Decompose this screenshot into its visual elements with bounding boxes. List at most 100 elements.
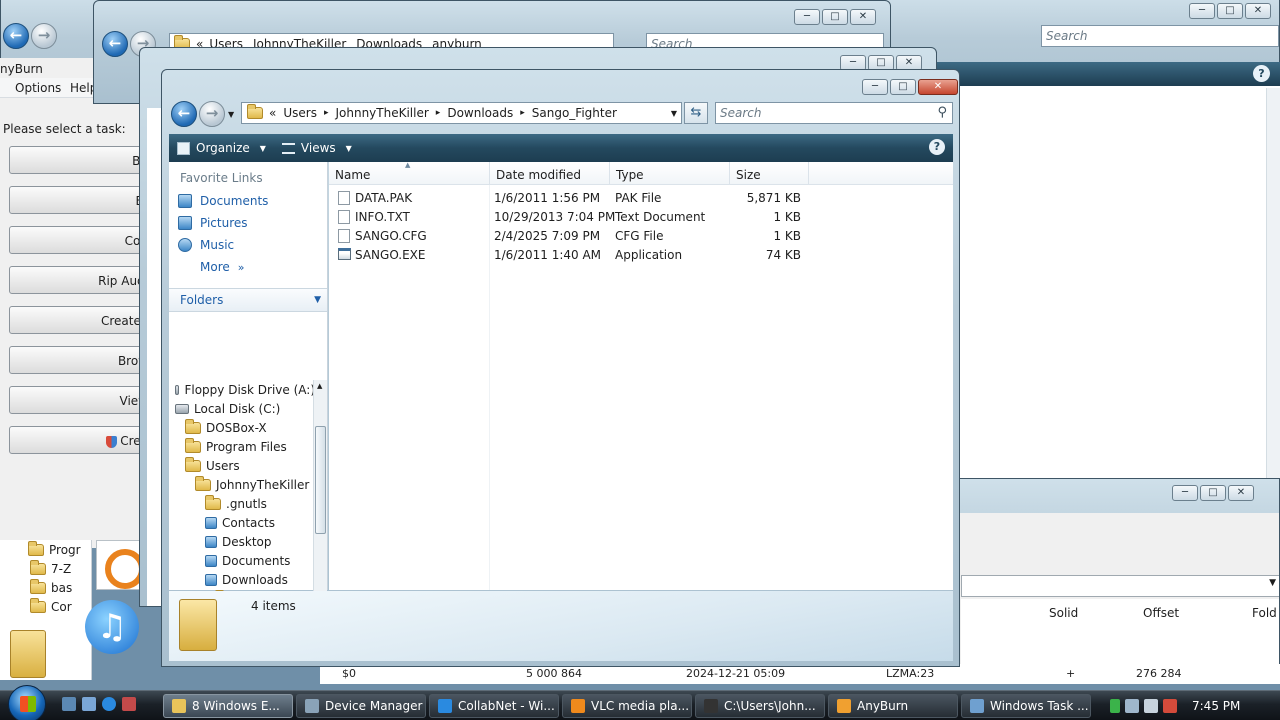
close-button[interactable]: ✕ — [850, 9, 876, 25]
tree-item[interactable]: JohnnyTheKiller — [169, 475, 315, 494]
clock[interactable]: 7:45 PM — [1192, 699, 1240, 713]
minimize-button[interactable]: ─ — [862, 79, 888, 95]
tree-item[interactable]: Floppy Disk Drive (A:) — [169, 380, 315, 399]
anyburn-task-button[interactable]: Rip Audi — [9, 266, 149, 294]
tree-item[interactable]: Documents — [169, 551, 315, 570]
anyburn-task-button[interactable]: Create i — [9, 306, 149, 334]
tree-item[interactable]: Cor — [0, 597, 91, 616]
favorite-link-music[interactable]: Music — [169, 234, 327, 256]
maximize-button[interactable]: □ — [1217, 3, 1243, 19]
tree-item[interactable]: Program Files — [169, 437, 315, 456]
tree-item[interactable]: Local Disk (C:) — [169, 399, 315, 418]
close-button[interactable]: ✕ — [918, 79, 958, 95]
more-links[interactable]: More» — [169, 256, 327, 278]
column-size[interactable]: Size — [730, 162, 809, 185]
anyburn-task-button[interactable]: Cop — [9, 226, 149, 254]
taskbar-button[interactable]: VLC media pla... — [562, 694, 692, 718]
maximize-button[interactable]: □ — [822, 9, 848, 25]
rear-search-input[interactable]: Search — [1041, 25, 1279, 47]
folders-header[interactable]: Folders ▼ — [169, 288, 327, 312]
close-button[interactable]: ✕ — [1245, 3, 1271, 19]
address-dropdown-icon[interactable]: ▼ — [671, 109, 677, 118]
minimize-button[interactable]: ─ — [794, 9, 820, 25]
breadcrumb-separator-icon[interactable]: ▸ — [520, 108, 525, 118]
organize-button[interactable]: Organize ▼ — [169, 134, 274, 162]
file-row[interactable]: DATA.PAK 1/6/2011 1:56 PM PAK File 5,871 KB — [329, 188, 809, 207]
taskbar-button[interactable]: Windows Task ... — [961, 694, 1091, 718]
tree-item[interactable]: bas — [0, 578, 91, 597]
tray-app-icon[interactable] — [1110, 699, 1120, 713]
tree-item[interactable]: 7-Z — [0, 559, 91, 578]
column-solid[interactable]: Solid — [1049, 606, 1078, 620]
scroll-up-icon[interactable]: ▲ — [317, 382, 322, 390]
breadcrumb-overflow-icon[interactable]: « — [269, 106, 276, 120]
tree-item[interactable]: .gnutls — [169, 494, 315, 513]
tree-item[interactable]: DOSBox-X — [169, 418, 315, 437]
tree-item[interactable]: Downloads — [169, 570, 315, 589]
forward-button[interactable]: → — [199, 101, 225, 127]
folder-icon — [30, 559, 46, 575]
start-button[interactable] — [8, 685, 46, 720]
breadcrumb-current[interactable]: Sango_Fighter — [532, 106, 617, 120]
breadcrumb-downloads[interactable]: Downloads — [447, 106, 513, 120]
maximize-button[interactable]: □ — [890, 79, 916, 95]
sevenzip-row[interactable]: $0 5 000 864 2024-12-21 05:09 LZMA:23 + … — [320, 664, 1280, 684]
help-icon[interactable]: ? — [1253, 65, 1270, 82]
explorer-icon — [172, 699, 186, 713]
tree-item[interactable]: Desktop — [169, 532, 315, 551]
volume-icon[interactable] — [1144, 699, 1158, 713]
file-row[interactable]: SANGO.CFG 2/4/2025 7:09 PM CFG File 1 KB — [329, 226, 809, 245]
close-button[interactable]: ✕ — [1228, 485, 1254, 501]
anyburn-task-button[interactable]: Brow — [9, 346, 149, 374]
menu-options[interactable]: Options — [15, 81, 61, 95]
rear-scrollbar[interactable] — [1266, 88, 1280, 482]
maximize-button[interactable]: □ — [1200, 485, 1226, 501]
help-icon[interactable]: ? — [929, 139, 945, 155]
network-icon[interactable] — [1125, 699, 1139, 713]
taskbar-button[interactable]: Device Manager — [296, 694, 426, 718]
taskbar-button[interactable]: AnyBurn — [828, 694, 958, 718]
favorite-link-documents[interactable]: Documents — [169, 190, 327, 212]
anyburn-task-button[interactable]: Crea — [9, 426, 149, 454]
breadcrumb-user[interactable]: JohnnyTheKiller — [335, 106, 428, 120]
column-folders[interactable]: Fold — [1252, 606, 1277, 620]
back-button[interactable]: ← — [171, 101, 197, 127]
back-button[interactable]: ← — [102, 31, 128, 57]
tree-item[interactable]: Contacts — [169, 513, 315, 532]
back-button[interactable]: ← — [3, 23, 29, 49]
search-input[interactable]: Search ⚲ — [715, 102, 953, 124]
scroll-thumb[interactable] — [315, 426, 326, 534]
breadcrumb-separator-icon[interactable]: ▸ — [324, 108, 329, 118]
address-bar[interactable]: « Users ▸ JohnnyTheKiller ▸ Downloads ▸ … — [241, 102, 682, 124]
column-date-modified[interactable]: Date modified — [490, 162, 610, 185]
anyburn-task-button[interactable]: Er — [9, 186, 149, 214]
ie-icon[interactable] — [102, 697, 116, 711]
refresh-button[interactable]: ⇆ — [684, 102, 708, 124]
taskbar-button[interactable]: 8 Windows E... — [163, 694, 293, 718]
breadcrumb-separator-icon[interactable]: ▸ — [436, 108, 441, 118]
app-icon[interactable] — [122, 697, 136, 711]
breadcrumb-users[interactable]: Users — [283, 106, 317, 120]
tree-item[interactable]: Users — [169, 456, 315, 475]
column-name[interactable]: Name ▲ — [329, 161, 490, 185]
search-icon[interactable]: ⚲ — [937, 105, 947, 120]
recent-pages-dropdown-icon[interactable]: ▼ — [228, 110, 234, 119]
tree-item[interactable]: Progr — [0, 540, 91, 559]
safely-remove-icon[interactable] — [1163, 699, 1177, 713]
minimize-button[interactable]: ─ — [1189, 3, 1215, 19]
show-desktop-icon[interactable] — [62, 697, 76, 711]
anyburn-task-button[interactable]: View — [9, 386, 149, 414]
file-row[interactable]: INFO.TXT 10/29/2013 7:04 PM Text Document 1… — [329, 207, 809, 226]
column-offset[interactable]: Offset — [1143, 606, 1179, 620]
sevenzip-path-combo[interactable]: ▼ — [961, 575, 1279, 597]
taskbar-button[interactable]: C:\Users\John... — [695, 694, 825, 718]
switch-windows-icon[interactable] — [82, 697, 96, 711]
views-button[interactable]: Views ▼ — [274, 134, 360, 162]
favorite-link-pictures[interactable]: Pictures — [169, 212, 327, 234]
anyburn-task-button[interactable]: Bu — [9, 146, 149, 174]
forward-button[interactable]: → — [31, 23, 57, 49]
column-type[interactable]: Type — [610, 162, 730, 185]
minimize-button[interactable]: ─ — [1172, 485, 1198, 501]
file-row[interactable]: SANGO.EXE 1/6/2011 1:40 AM Application 74 K… — [329, 245, 809, 264]
taskbar-button[interactable]: CollabNet - Wi... — [429, 694, 559, 718]
